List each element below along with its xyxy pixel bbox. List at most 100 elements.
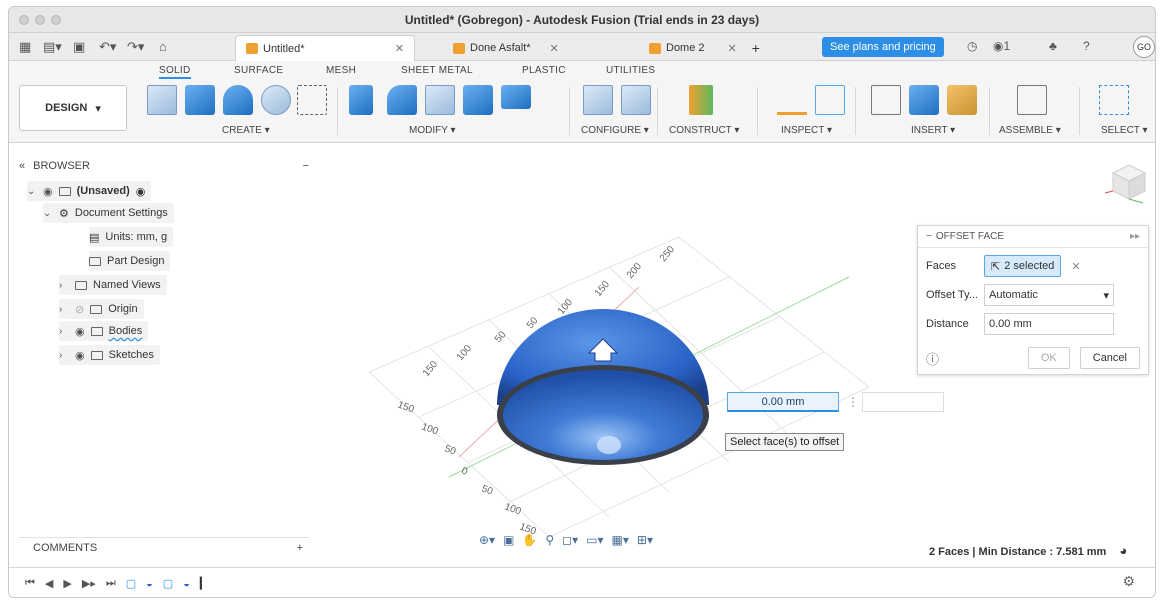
visibility-eye-icon[interactable]: ◉	[75, 325, 85, 338]
job-status-icon[interactable]: ◷	[967, 39, 977, 53]
display-settings-icon[interactable]: ▭▾	[586, 533, 603, 547]
go-start-icon[interactable]: ⏮	[25, 577, 35, 590]
orbit-icon[interactable]: ⊕▾	[479, 533, 495, 547]
status-info-icon[interactable]: ◕	[1119, 543, 1127, 558]
viewcube[interactable]	[1099, 157, 1149, 207]
configure-table-icon[interactable]	[621, 85, 651, 115]
cancel-button[interactable]: Cancel	[1079, 347, 1140, 369]
redo-icon[interactable]: ↷▾	[127, 39, 144, 55]
tree-item-bodies[interactable]: › ◉ Bodies	[59, 321, 149, 341]
timeline-revolve-icon[interactable]: ◒	[146, 578, 153, 590]
community-icon[interactable]: ♣	[1049, 39, 1057, 53]
new-component-icon[interactable]	[1017, 85, 1047, 115]
offset-type-select[interactable]: Automatic ▾	[984, 284, 1114, 306]
configure-menu[interactable]: CONFIGURE ▾	[581, 125, 649, 136]
construct-plane-icon[interactable]	[689, 85, 713, 115]
chevron-right-icon[interactable]: ›	[59, 304, 69, 315]
pattern-icon[interactable]	[297, 85, 327, 115]
modify-menu[interactable]: MODIFY ▾	[409, 125, 456, 136]
grid-settings-icon[interactable]: ▦▾	[612, 533, 629, 547]
parameters-icon[interactable]	[583, 85, 613, 115]
insert-mesh-icon[interactable]	[947, 85, 977, 115]
tab-surface[interactable]: SURFACE	[234, 65, 283, 76]
revolve-icon[interactable]	[223, 85, 253, 115]
help-icon[interactable]: ?	[1083, 39, 1090, 53]
secondary-inline-input[interactable]	[862, 392, 944, 412]
distance-field[interactable]: 0.00 mm	[984, 313, 1114, 335]
more-options-icon[interactable]: ⋮	[847, 395, 859, 409]
comments-panel[interactable]: COMMENTS +	[19, 537, 309, 557]
tab-untitled[interactable]: Untitled* ✕	[235, 35, 415, 61]
viewports-icon[interactable]: ⊞▾	[637, 533, 653, 547]
file-icon[interactable]: ▤▾	[43, 39, 62, 55]
distance-inline-input[interactable]: 0.00 mm	[727, 392, 839, 412]
play-icon[interactable]: ▶	[63, 577, 71, 590]
look-at-icon[interactable]: ▣	[503, 533, 514, 547]
tree-item-part-design[interactable]: Part Design	[89, 251, 171, 271]
info-icon[interactable]: ⓘ	[926, 349, 939, 368]
chevron-right-icon[interactable]: ›	[59, 280, 69, 291]
create-sketch-icon[interactable]	[147, 85, 177, 115]
activate-radio-icon[interactable]: ◉	[136, 185, 146, 198]
gear-icon[interactable]: ⚙	[1122, 573, 1135, 590]
timeline-sketch-icon[interactable]: ▢	[126, 577, 136, 590]
plans-pricing-button[interactable]: See plans and pricing	[822, 37, 944, 57]
notifications-icon[interactable]: ◉1	[993, 39, 1010, 53]
hole-icon[interactable]	[261, 85, 291, 115]
tree-item-units[interactable]: ▤ Units: mm, g	[89, 227, 174, 247]
new-tab-icon[interactable]: +	[752, 40, 760, 56]
tab-done-asfalt[interactable]: Done Asfalt* ✕	[443, 35, 583, 61]
chevron-down-icon[interactable]: ⌄	[27, 186, 37, 197]
add-comment-icon[interactable]: +	[297, 542, 303, 554]
measure-icon[interactable]	[777, 93, 807, 115]
expand-dialog-icon[interactable]: ▸▸	[1130, 231, 1140, 242]
ok-button[interactable]: OK	[1027, 347, 1070, 369]
dome-body[interactable]	[497, 309, 709, 465]
timeline-sketch-icon[interactable]: ▢	[163, 577, 173, 590]
tab-plastic[interactable]: PLASTIC	[522, 65, 566, 76]
section-analysis-icon[interactable]	[815, 85, 845, 115]
fillet-icon[interactable]	[387, 85, 417, 115]
insert-canvas-icon[interactable]	[909, 85, 939, 115]
tab-dome-2[interactable]: Dome 2 ✕ +	[639, 35, 789, 61]
tree-item-named-views[interactable]: › Named Views	[59, 275, 167, 295]
undo-icon[interactable]: ↶▾	[99, 39, 116, 55]
timeline-shell-icon[interactable]: ◒	[183, 578, 190, 590]
tree-item-document-settings[interactable]: ⌄ ⚙ Document Settings	[43, 203, 174, 223]
faces-selection[interactable]: ⇱ 2 selected	[984, 255, 1062, 277]
step-forward-icon[interactable]: ▶▸	[82, 577, 96, 590]
save-icon[interactable]: ▣	[73, 39, 85, 55]
inspect-menu[interactable]: INSPECT ▾	[781, 125, 832, 136]
construct-menu[interactable]: CONSTRUCT ▾	[669, 125, 739, 136]
collapse-panel-icon[interactable]: «	[19, 160, 25, 172]
workspace-switcher[interactable]: DESIGN ▾	[19, 85, 127, 131]
app-grid-icon[interactable]: ▦	[19, 39, 31, 55]
offset-face-icon[interactable]	[501, 85, 531, 109]
tab-mesh[interactable]: MESH	[326, 65, 356, 76]
viewport-canvas[interactable]: 250 200 150 100 50 50 100 150 150 100 50…	[309, 157, 909, 537]
browser-header[interactable]: « BROWSER −	[19, 157, 309, 175]
shell-icon[interactable]	[425, 85, 455, 115]
tab-solid[interactable]: SOLID	[159, 65, 191, 79]
tree-root[interactable]: ⌄ ◉ (Unsaved) ◉	[27, 181, 152, 201]
avatar[interactable]: GO	[1133, 36, 1155, 58]
fit-icon[interactable]: ◻▾	[562, 533, 578, 547]
go-end-icon[interactable]: ⏭	[106, 577, 116, 590]
visibility-eye-icon[interactable]: ◉	[43, 185, 53, 198]
step-back-icon[interactable]: ◀	[45, 577, 53, 590]
chevron-right-icon[interactable]: ›	[59, 326, 69, 337]
tree-item-sketches[interactable]: › ◉ Sketches	[59, 345, 160, 365]
chevron-down-icon[interactable]: ⌄	[43, 208, 53, 219]
combine-icon[interactable]	[463, 85, 493, 115]
zoom-icon[interactable]: ⚲	[545, 533, 554, 547]
timeline-marker-icon[interactable]: ▎	[200, 577, 208, 590]
select-box-icon[interactable]	[1099, 85, 1129, 115]
dialog-header[interactable]: − OFFSET FACE ▸▸	[918, 226, 1148, 248]
close-tab-icon[interactable]: ✕	[728, 42, 737, 55]
visibility-eye-icon[interactable]: ◉	[75, 349, 85, 362]
chevron-right-icon[interactable]: ›	[59, 350, 69, 361]
clear-selection-icon[interactable]: ✕	[1071, 260, 1080, 273]
pan-icon[interactable]: ✋	[522, 533, 537, 547]
tab-utilities[interactable]: UTILITIES	[606, 65, 655, 76]
home-icon[interactable]: ⌂	[159, 39, 167, 54]
